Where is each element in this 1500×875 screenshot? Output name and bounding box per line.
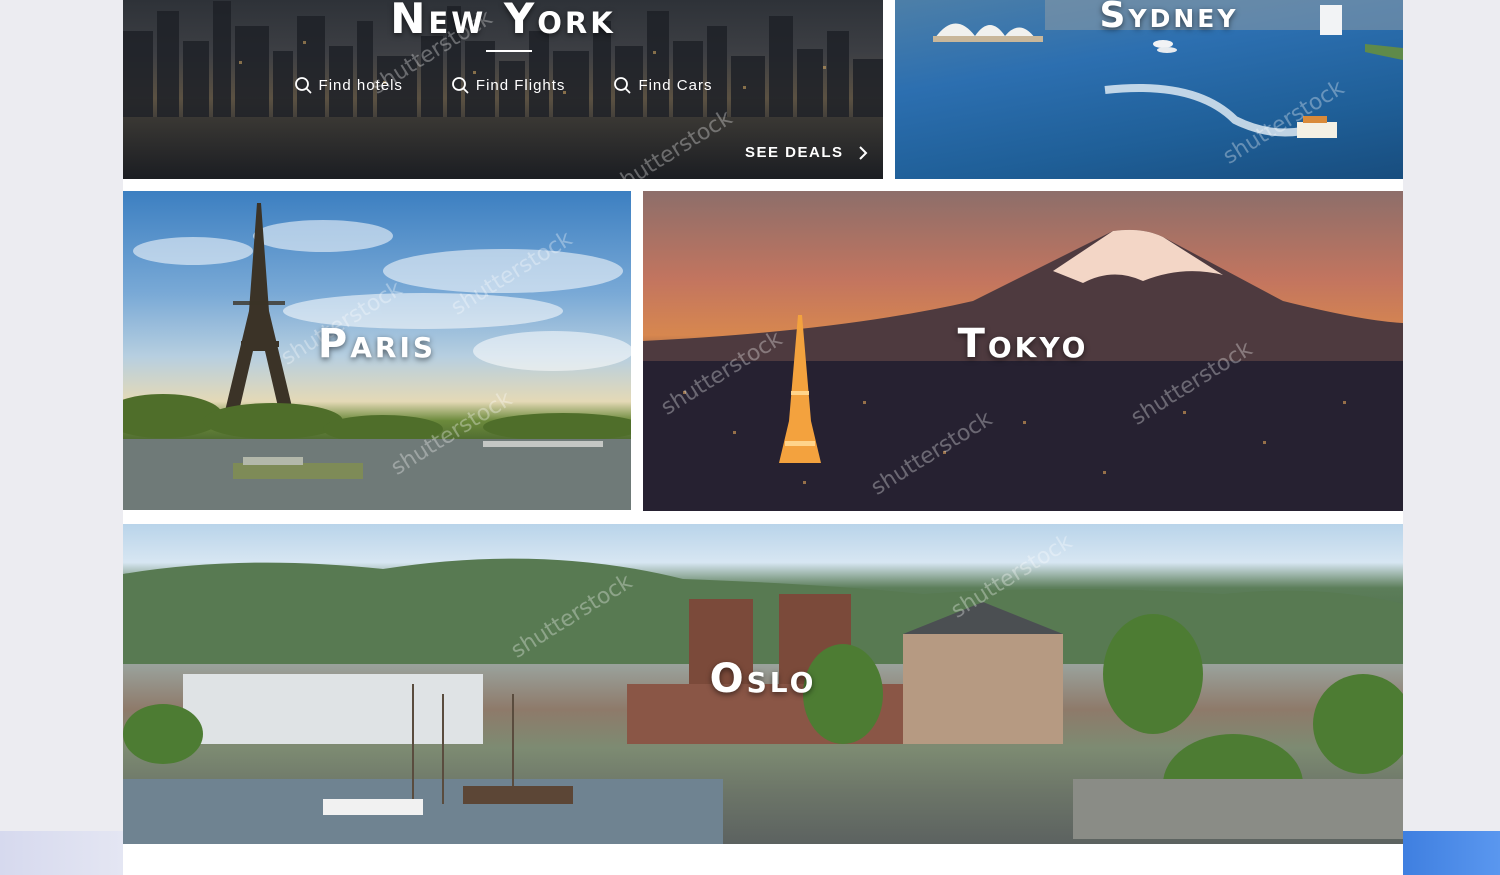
destination-card-tokyo[interactable]: shutterstock shutterstock shutterstock T… — [643, 191, 1403, 511]
chevron-right-icon — [858, 145, 867, 160]
city-title-new-york: New York — [390, 0, 616, 43]
city-title-oslo: Oslo — [709, 656, 817, 702]
find-cars-link[interactable]: Find Cars — [613, 76, 712, 94]
new-york-quick-links: Find hotels Find Flights Find Cars — [123, 76, 883, 94]
find-hotels-label: Find hotels — [318, 76, 403, 94]
city-title-sydney: Sydney — [1099, 0, 1239, 36]
search-icon — [452, 77, 469, 94]
find-hotels-link[interactable]: Find hotels — [294, 76, 403, 94]
title-underline — [486, 50, 532, 52]
destination-card-sydney[interactable]: shutterstock Sydney — [895, 0, 1403, 179]
see-deals-button[interactable]: SEE DEALS — [745, 144, 868, 161]
destinations-grid: shutterstock shutterstock New York Find … — [123, 0, 1403, 875]
background-corner-left — [0, 831, 123, 875]
city-title-paris: Paris — [317, 321, 437, 367]
destination-card-new-york[interactable]: shutterstock shutterstock New York Find … — [123, 0, 883, 179]
find-flights-label: Find Flights — [475, 76, 566, 94]
destination-card-oslo[interactable]: shutterstock shutterstock Oslo — [123, 524, 1403, 844]
search-icon — [294, 77, 311, 94]
background-corner-right — [1403, 831, 1500, 875]
search-icon — [614, 77, 631, 94]
city-title-tokyo: Tokyo — [957, 321, 1089, 367]
find-flights-link[interactable]: Find Flights — [451, 76, 566, 94]
find-cars-label: Find Cars — [638, 76, 713, 94]
see-deals-label: SEE DEALS — [745, 144, 844, 161]
destination-card-paris[interactable]: shutterstock shutterstock shutterstock P… — [123, 191, 631, 510]
